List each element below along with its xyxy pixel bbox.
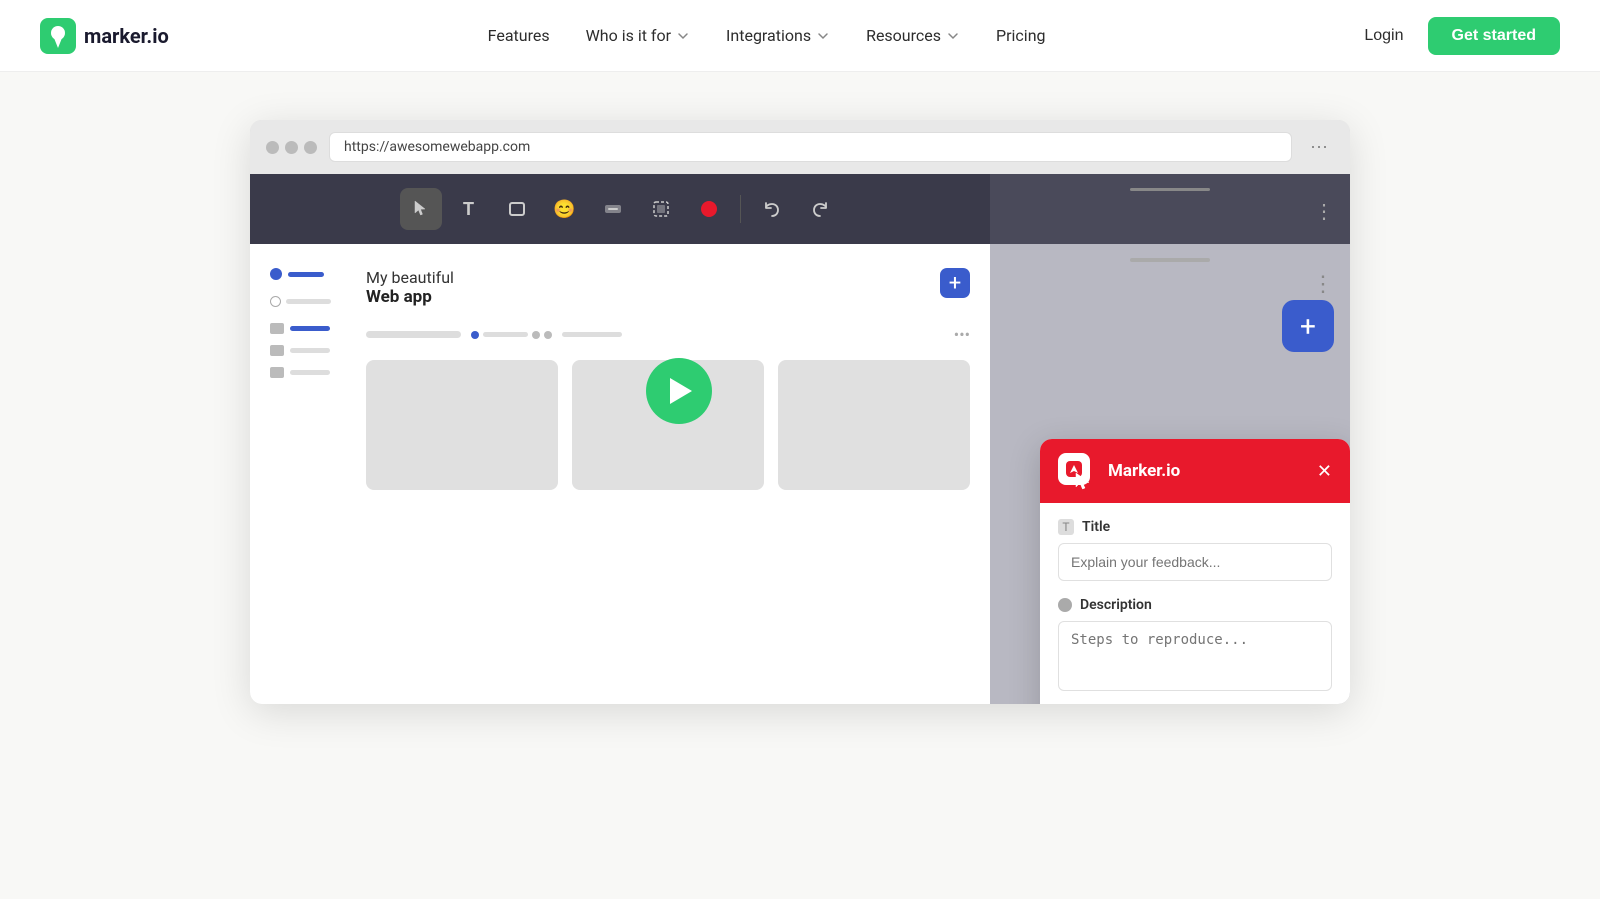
sidebar-icon	[270, 345, 284, 356]
text-icon: T	[463, 199, 474, 220]
cursor-arrow-icon	[1074, 471, 1096, 493]
play-triangle-icon	[670, 378, 692, 404]
cursor-tool-button[interactable]	[400, 188, 442, 230]
browser-addressbar[interactable]: https://awesomewebapp.com	[329, 132, 1292, 162]
navigation: marker.io Features Who is it for Integra…	[0, 0, 1600, 72]
browser-mockup: https://awesomewebapp.com ⋯ T 😊	[250, 120, 1350, 704]
emoji-icon: 😊	[553, 199, 575, 220]
preview-card-3	[778, 360, 970, 490]
description-field-header: Description	[1058, 597, 1332, 613]
progress-bar-right	[562, 332, 622, 337]
cursor-icon	[411, 199, 431, 219]
redo-button[interactable]	[799, 188, 841, 230]
color-icon	[699, 199, 719, 219]
nav-resources[interactable]: Resources	[866, 26, 960, 45]
marker-panel-logo: Marker.io	[1058, 453, 1180, 489]
description-label: Description	[1080, 597, 1152, 613]
blur-icon	[603, 199, 623, 219]
title-field: T Title	[1058, 519, 1332, 581]
annotation-toolbar: T 😊	[250, 174, 990, 244]
logo-text: marker.io	[84, 24, 169, 48]
nav-right: Login Get started	[1364, 17, 1560, 55]
toolbar-separator	[740, 195, 741, 223]
sidebar-logo-dot	[270, 268, 282, 280]
title-label: Title	[1082, 519, 1110, 535]
undo-button[interactable]	[751, 188, 793, 230]
nav-links: Features Who is it for Integrations Reso…	[488, 26, 1046, 45]
undo-icon	[762, 199, 782, 219]
more-dots-icon: •••	[954, 325, 970, 344]
nav-integrations[interactable]: Integrations	[726, 26, 830, 45]
preview-app-title: My beautiful Web app	[366, 268, 454, 307]
fab-plus-button[interactable]: +	[1282, 300, 1334, 352]
browser-dot-yellow	[285, 141, 298, 154]
annotation-more-icon[interactable]: ⋮	[1314, 199, 1334, 223]
title-icon: T	[1058, 519, 1074, 535]
preview-progress-row: •••	[366, 325, 970, 344]
sidebar-icon	[270, 367, 284, 378]
progress-track	[483, 332, 528, 337]
annotation-area: T 😊	[250, 174, 1350, 244]
progress-bar-left	[366, 331, 461, 338]
marker-panel-title: Marker.io	[1108, 461, 1180, 481]
browser-menu-icon: ⋯	[1304, 132, 1334, 162]
sidebar-search-bar	[286, 299, 331, 304]
redo-icon	[810, 199, 830, 219]
preview-card-1	[366, 360, 558, 490]
nav-who-is-it-for[interactable]: Who is it for	[586, 26, 690, 45]
marker-panel-close-button[interactable]: ✕	[1317, 461, 1332, 482]
title-input[interactable]	[1058, 543, 1332, 581]
main-content: https://awesomewebapp.com ⋯ T 😊	[0, 72, 1600, 752]
logo[interactable]: marker.io	[40, 18, 169, 54]
text-tool-button[interactable]: T	[448, 188, 490, 230]
website-preview: My beautiful Web app +	[250, 244, 990, 704]
browser-dots	[266, 141, 317, 154]
nav-pricing[interactable]: Pricing	[996, 26, 1046, 45]
nav-features[interactable]: Features	[488, 26, 550, 45]
preview-add-button[interactable]: +	[940, 268, 970, 298]
color-tool-button[interactable]	[688, 188, 730, 230]
chevron-down-icon	[946, 29, 960, 43]
blur-tool-button[interactable]	[592, 188, 634, 230]
title-field-header: T Title	[1058, 519, 1332, 535]
rectangle-icon	[507, 199, 527, 219]
browser-toolbar: https://awesomewebapp.com ⋯	[250, 120, 1350, 174]
sidebar-logo-line	[288, 272, 324, 277]
sidebar-item	[270, 367, 350, 378]
annotation-right-line	[1130, 188, 1210, 191]
sidebar-item	[270, 323, 350, 334]
sidebar-icon	[270, 323, 284, 334]
rectangle-tool-button[interactable]	[496, 188, 538, 230]
chevron-down-icon	[816, 29, 830, 43]
description-textarea[interactable]	[1058, 621, 1332, 691]
crop-tool-button[interactable]	[640, 188, 682, 230]
preview-sidebar	[270, 268, 350, 680]
get-started-button[interactable]: Get started	[1428, 17, 1560, 55]
description-icon	[1058, 598, 1072, 612]
emoji-tool-button[interactable]: 😊	[544, 188, 586, 230]
chevron-down-icon	[676, 29, 690, 43]
sidebar-search-circle	[270, 296, 281, 307]
progress-dot-active	[471, 331, 479, 339]
annotation-right: ⋮	[990, 174, 1350, 244]
progress-dot	[544, 331, 552, 339]
browser-dot-red	[266, 141, 279, 154]
marker-panel: Marker.io ✕ T Title	[1040, 439, 1350, 704]
marker-panel-body: T Title Description	[1040, 503, 1350, 704]
marker-panel-header: Marker.io ✕	[1040, 439, 1350, 503]
marker-logo-with-cursor	[1058, 453, 1094, 489]
sidebar-item	[270, 345, 350, 356]
progress-dot	[532, 331, 540, 339]
preview-area: My beautiful Web app +	[250, 244, 1350, 704]
login-button[interactable]: Login	[1364, 27, 1403, 45]
crop-icon	[651, 199, 671, 219]
logo-icon	[40, 18, 76, 54]
description-field: Description	[1058, 597, 1332, 695]
preview-right-menu-icon[interactable]: ⋮	[1312, 272, 1334, 297]
preview-main-content: My beautiful Web app +	[366, 268, 970, 680]
preview-right-bar	[1130, 258, 1210, 262]
browser-dot-green	[304, 141, 317, 154]
play-button[interactable]	[646, 358, 712, 424]
